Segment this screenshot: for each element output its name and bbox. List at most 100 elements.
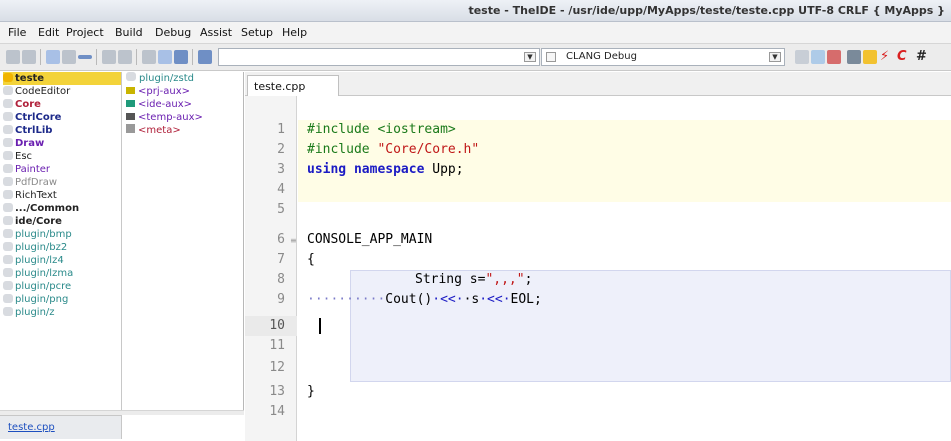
package-item[interactable]: RichText (3, 189, 57, 202)
chevron-down-icon[interactable]: ▼ (769, 52, 781, 62)
brace-token: } (307, 384, 315, 399)
menu-build[interactable]: Build (115, 26, 143, 39)
file-item[interactable]: <ide-aux> (126, 98, 192, 111)
goto-icon[interactable] (62, 50, 76, 64)
code-line-8: String s=",,,"; (415, 270, 532, 290)
line-number-gutter: 1 2 3 4 5 6 7 8 9 10 11 12 13 14 (245, 96, 297, 441)
chevron-down-icon[interactable]: ▼ (524, 52, 536, 62)
menu-debug[interactable]: Debug (155, 26, 191, 39)
package-icon (3, 86, 13, 95)
cut-icon[interactable] (142, 50, 156, 64)
package-icon (3, 268, 13, 277)
package-item[interactable]: .../Common (3, 202, 79, 215)
menu-file[interactable]: File (8, 26, 26, 39)
file-list: plugin/zstd <prj-aux> <ide-aux> <temp-au… (123, 72, 244, 410)
file-item[interactable]: <prj-aux> (126, 85, 190, 98)
undo-icon[interactable] (102, 50, 116, 64)
code-line-3: using namespace Upp; (307, 160, 464, 180)
fold-marker-icon[interactable]: ≡ (290, 236, 297, 245)
package-label: plugin/lzma (15, 268, 74, 279)
package-item[interactable]: CtrlCore (3, 111, 61, 124)
package-item[interactable]: plugin/bmp (3, 228, 72, 241)
package-item[interactable]: ide/Core (3, 215, 62, 228)
package-item[interactable]: Painter (3, 163, 50, 176)
package-item[interactable]: Core (3, 98, 41, 111)
toolbar-separator (192, 49, 193, 65)
bookmark-icon[interactable] (46, 50, 60, 64)
file-item[interactable]: <temp-aux> (126, 111, 203, 124)
package-label: ide/Core (15, 216, 62, 227)
code-editor[interactable]: 1 2 3 4 5 6 7 8 9 10 11 12 13 14 ≡ #incl… (245, 96, 951, 441)
package-label: plugin/png (15, 294, 69, 305)
package-item[interactable]: CodeEditor (3, 85, 70, 98)
menu-help[interactable]: Help (282, 26, 307, 39)
build-method-combo[interactable]: CLANG Debug ▼ (541, 48, 785, 66)
package-item[interactable]: plugin/png (3, 293, 68, 306)
package-item[interactable]: teste (3, 72, 121, 85)
toolbar-separator (96, 49, 97, 65)
package-item[interactable]: plugin/z (3, 306, 55, 319)
menu-project[interactable]: Project (66, 26, 104, 39)
package-icon (3, 242, 13, 251)
editor-tab[interactable]: teste.cpp (247, 75, 339, 96)
file-item[interactable]: <meta> (126, 124, 181, 137)
package-label: plugin/pcre (15, 281, 72, 292)
clean-icon[interactable] (847, 50, 861, 64)
file-item[interactable]: plugin/zstd (126, 72, 194, 85)
find-icon[interactable] (198, 50, 212, 64)
toolbar-separator (136, 49, 137, 65)
line-number: 2 (277, 142, 285, 157)
line-number: 3 (277, 162, 285, 177)
package-item[interactable]: plugin/lzma (3, 267, 73, 280)
package-item[interactable]: Esc (3, 150, 32, 163)
package-item[interactable]: PdfDraw (3, 176, 57, 189)
rebuild-icon[interactable] (827, 50, 841, 64)
whitespace-marker: ·········· (307, 292, 386, 307)
package-item[interactable]: Draw (3, 137, 44, 150)
paste-icon[interactable] (174, 50, 188, 64)
redo-icon[interactable] (118, 50, 132, 64)
execute-icon[interactable] (863, 50, 877, 64)
package-label: plugin/lz4 (15, 255, 64, 266)
code-line-1: #include <iostream> (307, 120, 456, 140)
package-icon (3, 151, 13, 160)
minus-icon[interactable] (78, 55, 92, 59)
package-icon (3, 281, 13, 290)
string-token: ",,," (485, 272, 525, 287)
copy-icon[interactable] (158, 50, 172, 64)
package-label: CodeEditor (15, 86, 71, 97)
package-item[interactable]: plugin/pcre (3, 280, 71, 293)
build-options-icon[interactable] (795, 50, 809, 64)
line-number: 12 (269, 360, 285, 375)
folder-icon (126, 87, 135, 94)
menu-bar: File Edit Project Build Debug Assist Set… (0, 22, 951, 44)
package-item[interactable]: CtrlLib (3, 124, 52, 137)
checkbox-icon[interactable] (546, 52, 556, 62)
target-combo[interactable]: ▼ (218, 48, 540, 66)
line-number: 11 (269, 338, 285, 353)
c-letter-icon[interactable]: C (897, 49, 907, 65)
preprocessor-token: #include (307, 142, 370, 157)
forward-icon[interactable] (22, 50, 36, 64)
compile-icon[interactable] (811, 50, 825, 64)
bottom-file-tab-label[interactable]: teste.cpp (8, 422, 55, 433)
menu-setup[interactable]: Setup (241, 26, 273, 39)
keyword-token: namespace (353, 162, 425, 177)
menu-assist[interactable]: Assist (200, 26, 232, 39)
code-line-6: CONSOLE_APP_MAIN (307, 230, 432, 250)
line-number: 7 (277, 252, 285, 267)
package-icon (3, 255, 13, 264)
menu-edit[interactable]: Edit (38, 26, 59, 39)
document-icon (126, 124, 135, 133)
debug-icon[interactable]: ⚡ (880, 49, 889, 65)
package-icon (3, 190, 13, 199)
hash-icon[interactable]: # (916, 49, 927, 65)
bottom-file-tab[interactable]: teste.cpp (0, 415, 122, 439)
package-label: Draw (15, 138, 45, 149)
editor-tab-label: teste.cpp (254, 80, 306, 93)
file-label: <meta> (138, 125, 181, 136)
toolbar: ▼ CLANG Debug ▼ ⚡ C # (0, 44, 951, 71)
package-item[interactable]: plugin/bz2 (3, 241, 67, 254)
package-item[interactable]: plugin/lz4 (3, 254, 64, 267)
back-icon[interactable] (6, 50, 20, 64)
